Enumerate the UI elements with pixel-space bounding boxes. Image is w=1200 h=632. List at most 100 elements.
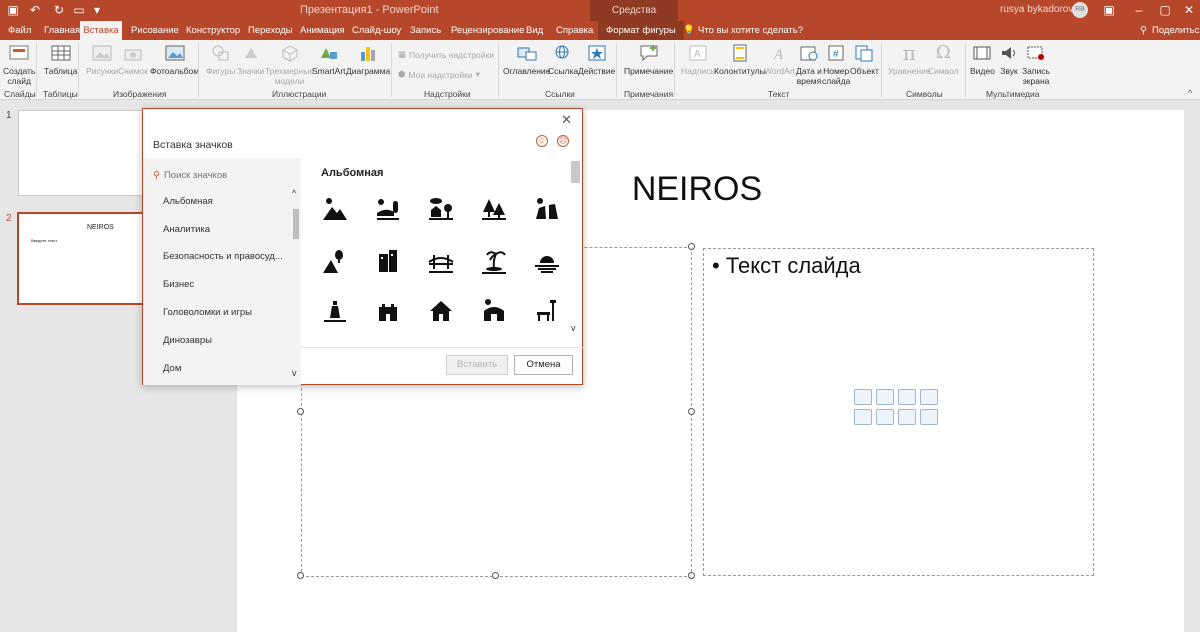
category-item[interactable]: Альбомная bbox=[163, 196, 213, 207]
insert-picture-icon[interactable] bbox=[854, 409, 872, 425]
resize-handle[interactable] bbox=[297, 572, 304, 579]
chevron-down-icon[interactable]: v bbox=[292, 368, 297, 378]
tab-shape-format[interactable]: Формат фигуры bbox=[598, 21, 684, 40]
tell-me-input[interactable]: Что вы хотите сделать? bbox=[698, 21, 803, 40]
insert-online-picture-icon[interactable] bbox=[876, 409, 894, 425]
shapes-button[interactable]: Фигуры bbox=[206, 42, 235, 76]
3d-models-button[interactable]: Трехмерные модели bbox=[265, 42, 314, 86]
zoom-button[interactable]: Оглавление bbox=[503, 42, 550, 76]
right-content-placeholder[interactable]: • Текст слайда bbox=[703, 248, 1094, 576]
redo-icon[interactable]: ↻ bbox=[52, 3, 66, 17]
bridge-icon[interactable] bbox=[427, 248, 455, 276]
categories-scrollbar[interactable]: ^ v bbox=[292, 188, 300, 383]
wordart-button[interactable]: A WordArt bbox=[764, 42, 795, 76]
collapse-ribbon-icon[interactable]: ^ bbox=[1188, 88, 1192, 98]
share-icon[interactable]: ⚲ bbox=[1140, 21, 1147, 40]
resize-handle[interactable] bbox=[688, 408, 695, 415]
resize-handle[interactable] bbox=[492, 572, 499, 579]
close-icon[interactable]: ✕ bbox=[561, 112, 572, 128]
smartart-button[interactable]: SmartArt bbox=[312, 42, 346, 76]
search-box[interactable]: ⚲ bbox=[153, 166, 293, 184]
tab-insert[interactable]: Вставка bbox=[80, 21, 122, 40]
chevron-up-icon[interactable]: ^ bbox=[292, 188, 296, 198]
scrollbar-thumb[interactable] bbox=[571, 161, 580, 183]
insert-video-icon[interactable] bbox=[898, 409, 916, 425]
category-item[interactable]: Дом bbox=[163, 363, 181, 374]
park-bench-icon[interactable] bbox=[533, 297, 561, 325]
textbox-button[interactable]: A Надпись bbox=[681, 42, 715, 76]
resize-handle[interactable] bbox=[688, 243, 695, 250]
object-button[interactable]: Объект bbox=[850, 42, 879, 76]
search-input[interactable] bbox=[163, 169, 274, 181]
category-item[interactable]: Безопасность и правосуд... bbox=[163, 251, 283, 262]
tab-home[interactable]: Главная bbox=[44, 21, 80, 40]
equation-button[interactable]: π Уравнение bbox=[888, 42, 931, 76]
tab-record[interactable]: Запись bbox=[410, 21, 441, 40]
category-item[interactable]: Бизнес bbox=[163, 279, 194, 290]
tab-draw[interactable]: Рисование bbox=[131, 21, 179, 40]
resize-handle[interactable] bbox=[688, 572, 695, 579]
icons-button[interactable]: Значки bbox=[237, 42, 264, 76]
scrollbar-thumb[interactable] bbox=[293, 209, 299, 239]
close-icon[interactable]: ✕ bbox=[1174, 0, 1200, 21]
undo-icon[interactable]: ↶ bbox=[28, 3, 42, 17]
palm-island-icon[interactable] bbox=[480, 248, 508, 276]
audio-button[interactable]: Звук bbox=[998, 42, 1020, 76]
date-time-button[interactable]: Дата и время bbox=[796, 42, 822, 86]
video-button[interactable]: Видео bbox=[970, 42, 995, 76]
comment-button[interactable]: Примечание bbox=[624, 42, 673, 76]
insert-3d-model-icon[interactable] bbox=[920, 389, 938, 405]
insert-table-icon[interactable] bbox=[854, 389, 872, 405]
insert-icons-icon[interactable] bbox=[920, 409, 938, 425]
symbol-button[interactable]: Ω Символ bbox=[928, 42, 959, 77]
header-footer-button[interactable]: Колонтитулы bbox=[714, 42, 766, 76]
waterfall-icon[interactable] bbox=[533, 195, 561, 223]
sunrise-river-icon[interactable] bbox=[374, 195, 402, 223]
ribbon-display-icon[interactable]: ▣ bbox=[1094, 0, 1124, 21]
house-tree-cloud-icon[interactable] bbox=[427, 195, 455, 223]
frown-feedback-icon[interactable]: ☹ bbox=[557, 135, 569, 147]
slide-number-button[interactable]: # Номер слайда bbox=[822, 42, 850, 86]
tab-help[interactable]: Справка bbox=[556, 21, 593, 40]
smile-feedback-icon[interactable]: ☺ bbox=[536, 135, 548, 147]
tab-design[interactable]: Конструктор bbox=[186, 21, 240, 40]
new-slide-button[interactable]: Создать слайд bbox=[3, 42, 35, 86]
tab-animations[interactable]: Анимация bbox=[300, 21, 345, 40]
tab-view[interactable]: Вид bbox=[526, 21, 543, 40]
insert-smartart-icon[interactable] bbox=[898, 389, 916, 405]
table-button[interactable]: Таблица bbox=[44, 42, 77, 76]
share-button[interactable]: Поделиться bbox=[1152, 21, 1200, 40]
chart-button[interactable]: Диаграмма bbox=[346, 42, 390, 76]
screen-recording-button[interactable]: Запись экрана bbox=[1022, 42, 1050, 86]
house-icon[interactable] bbox=[427, 297, 455, 325]
chevron-down-icon[interactable]: v bbox=[571, 323, 576, 333]
tab-slideshow[interactable]: Слайд-шоу bbox=[352, 21, 401, 40]
resize-handle[interactable] bbox=[297, 408, 304, 415]
avatar[interactable]: RB bbox=[1072, 2, 1088, 18]
icons-scrollbar[interactable]: v bbox=[571, 161, 581, 347]
castle-icon[interactable] bbox=[374, 297, 402, 325]
save-icon[interactable]: ▣ bbox=[6, 3, 20, 17]
mountains-sun-icon[interactable] bbox=[321, 195, 349, 223]
cancel-button[interactable]: Отмена bbox=[514, 355, 573, 375]
screenshot-button[interactable]: Снимок bbox=[118, 42, 148, 76]
photo-album-button[interactable]: Фотоальбом bbox=[150, 42, 199, 76]
start-slideshow-icon[interactable]: ▭ bbox=[72, 3, 86, 17]
link-button[interactable]: Ссылка bbox=[548, 42, 578, 76]
insert-chart-icon[interactable] bbox=[876, 389, 894, 405]
sunset-sea-icon[interactable] bbox=[533, 248, 561, 276]
pine-trees-icon[interactable] bbox=[480, 195, 508, 223]
lighthouse-icon[interactable] bbox=[321, 297, 349, 325]
tab-review[interactable]: Рецензирование bbox=[451, 21, 524, 40]
tab-transitions[interactable]: Переходы bbox=[248, 21, 293, 40]
action-button[interactable]: Действие bbox=[578, 42, 615, 76]
pictures-button[interactable]: Рисунки bbox=[86, 42, 118, 76]
category-item[interactable]: Головоломки и игры bbox=[163, 307, 252, 318]
customize-qat-icon[interactable]: ▾ bbox=[90, 3, 104, 17]
category-item[interactable]: Аналитика bbox=[163, 224, 210, 235]
get-addins-button[interactable]: ▦ Получить надстройки bbox=[398, 49, 494, 60]
insert-button[interactable]: Вставить bbox=[446, 355, 508, 375]
bullet-text[interactable]: • Текст слайда bbox=[712, 253, 861, 279]
skyscraper-icon[interactable] bbox=[374, 248, 402, 276]
tab-file[interactable]: Файл bbox=[8, 21, 31, 40]
